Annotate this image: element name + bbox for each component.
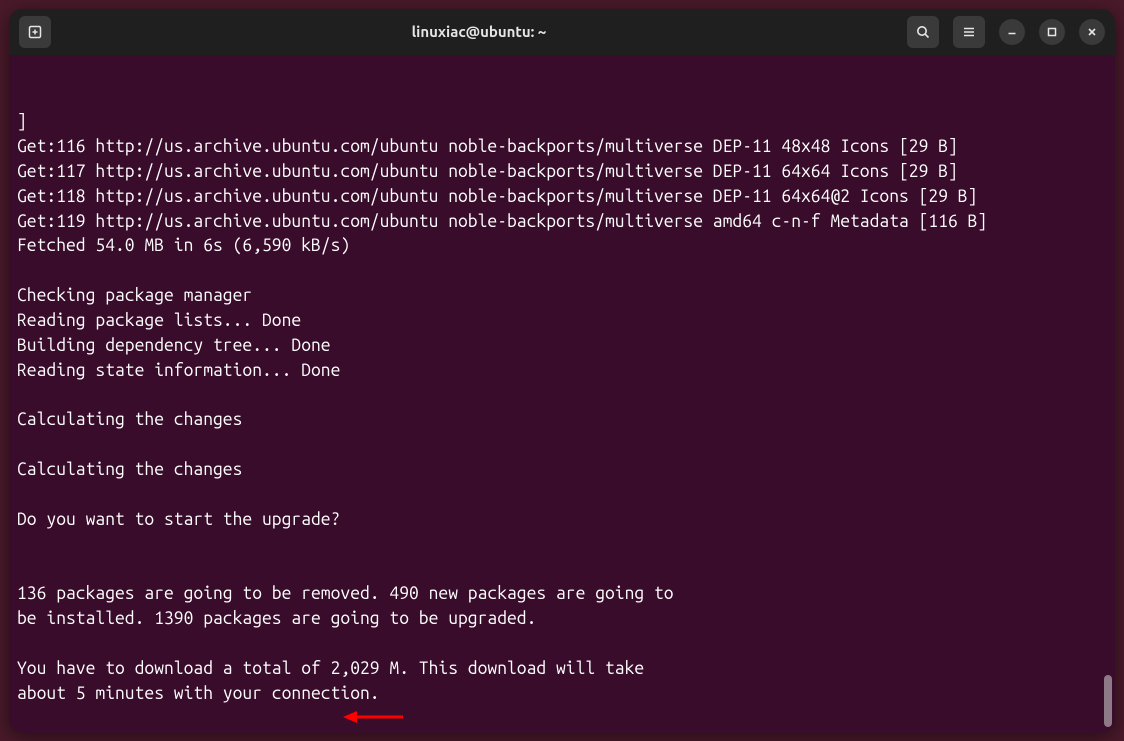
menu-button[interactable] — [953, 16, 985, 48]
minimize-button[interactable] — [999, 19, 1025, 45]
close-button[interactable] — [1079, 19, 1105, 45]
maximize-button[interactable] — [1039, 19, 1065, 45]
hamburger-icon — [961, 24, 977, 40]
terminal-window: linuxiac@ubuntu: ~ — [9, 9, 1115, 733]
window-title: linuxiac@ubuntu: ~ — [51, 23, 907, 40]
search-button[interactable] — [907, 16, 939, 48]
annotation-arrow — [343, 708, 403, 726]
maximize-icon — [1046, 26, 1058, 38]
scrollbar-thumb[interactable] — [1104, 675, 1112, 727]
new-tab-button[interactable] — [19, 16, 51, 48]
search-icon — [915, 24, 931, 40]
minimize-icon — [1006, 26, 1018, 38]
terminal-output: ] Get:116 http://us.archive.ubuntu.com/u… — [17, 110, 1111, 732]
close-icon — [1086, 26, 1098, 38]
terminal-viewport[interactable]: ] Get:116 http://us.archive.ubuntu.com/u… — [9, 55, 1115, 733]
titlebar-left — [19, 16, 51, 48]
scrollbar[interactable] — [1102, 59, 1112, 727]
titlebar-right — [907, 16, 1105, 48]
titlebar: linuxiac@ubuntu: ~ — [9, 9, 1115, 55]
